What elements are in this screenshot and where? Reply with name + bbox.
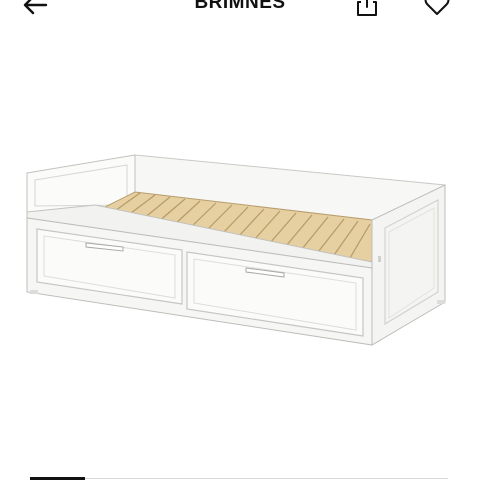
image-carousel-indicator[interactable] [0, 474, 480, 480]
top-bar: BRIMNES [0, 0, 480, 22]
daybed-illustration [26, 154, 446, 346]
heart-outline-icon [424, 0, 450, 15]
page-title: BRIMNES [194, 0, 286, 13]
share-button[interactable] [352, 0, 382, 18]
favorite-button[interactable] [422, 0, 452, 18]
product-image[interactable] [0, 28, 480, 448]
carousel-track [30, 478, 448, 479]
share-icon [357, 0, 377, 16]
